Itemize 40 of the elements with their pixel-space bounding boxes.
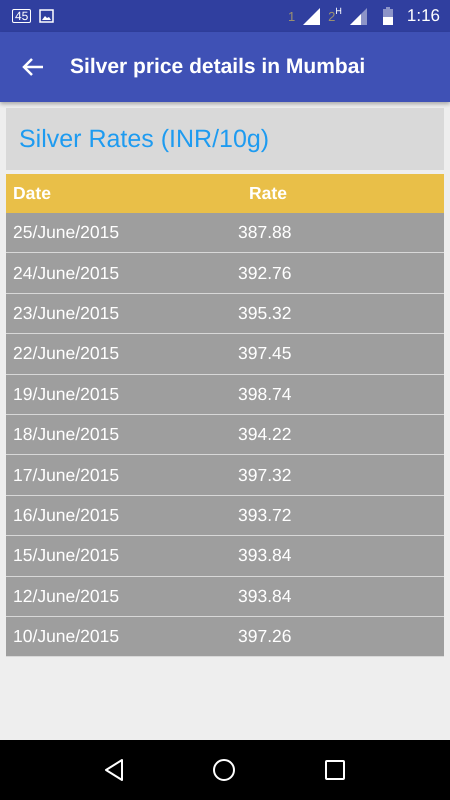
network-type: H [335,6,342,16]
date-cell-text: 12/June/2015 [12,586,120,607]
back-icon[interactable] [104,758,124,782]
rate-cell-text: 395.32 [238,302,293,324]
date-cell-text: 18/June/2015 [12,424,120,446]
column-header: Date [12,183,52,204]
date-cell-text: 22/June/2015 [12,343,120,364]
rate-cell-text: 398.74 [238,384,293,405]
rate-cell-text: 393.72 [238,504,293,526]
signal-icon [350,8,367,24]
notification-badge: 45 [12,9,32,23]
signal-icon [303,8,320,24]
home-icon[interactable] [212,758,236,782]
rate-cell-text: 397.32 [238,464,293,486]
back-button[interactable] [22,57,44,77]
battery-icon [382,7,393,25]
date-cell-text: 15/June/2015 [12,545,120,566]
date-cell-text: 25/June/2015 [12,222,120,244]
date-cell-text: 24/June/2015 [12,262,120,284]
date-cell-text: 17/June/2015 [12,464,120,486]
rate-cell-text: 393.84 [238,545,293,566]
column-header: Rate [248,183,288,204]
image-icon [39,9,54,23]
date-cell-text: 19/June/2015 [12,384,120,405]
card-title: Silver Rates (INR/10g) [19,124,270,154]
date-cell-text: 23/June/2015 [12,302,120,324]
rate-cell-text: 397.45 [238,343,293,364]
rate-cell-text: 397.26 [238,626,293,648]
recents-icon[interactable] [324,759,346,781]
date-cell-text: 16/June/2015 [12,504,120,526]
rate-cell-text: 393.84 [238,586,293,607]
sim-label: 1 [288,8,296,24]
date-cell-text: 10/June/2015 [12,626,120,648]
screen-title: Silver price details in Mumbai [70,55,366,79]
clock-time: 1:16 [406,6,440,26]
back-arrow-icon [22,57,44,77]
rate-cell-text: 394.22 [238,424,293,446]
rate-cell-text: 392.76 [238,262,293,284]
sim-label: 2 [328,8,336,24]
rate-cell-text: 387.88 [238,222,293,244]
